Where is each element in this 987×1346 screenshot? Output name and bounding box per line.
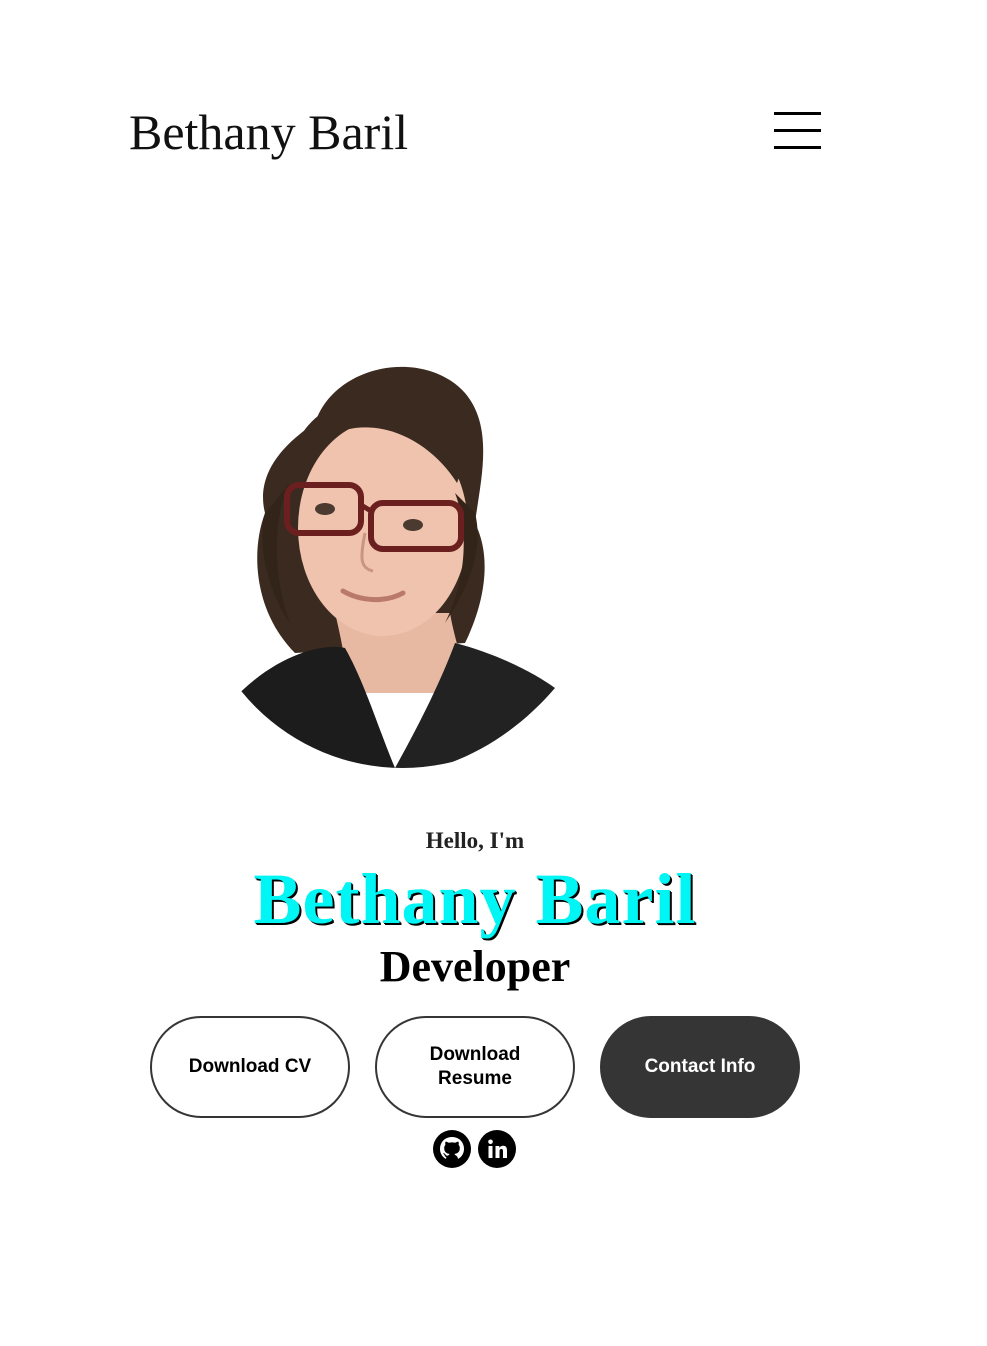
menu-bar — [774, 129, 821, 132]
contact-info-button[interactable]: Contact Info — [600, 1016, 800, 1118]
linkedin-icon[interactable] — [477, 1129, 517, 1169]
hero-name: Bethany Baril — [253, 859, 697, 939]
download-resume-button[interactable]: Download Resume — [375, 1016, 575, 1118]
github-icon[interactable] — [432, 1129, 472, 1169]
site-logo[interactable]: Bethany Baril — [129, 102, 408, 162]
greeting-text: Hello, I'm — [425, 828, 525, 853]
profile-picture — [195, 353, 610, 768]
menu-bar — [774, 112, 821, 115]
social-links — [432, 1129, 518, 1171]
portrait-illustration — [195, 353, 610, 768]
hamburger-menu-icon[interactable] — [772, 110, 822, 154]
contact-info-label: Contact Info — [644, 1056, 756, 1077]
role-title: Developer — [379, 942, 571, 991]
download-cv-label: Download CV — [188, 1056, 312, 1077]
download-resume-label: Download Resume — [429, 1044, 521, 1089]
download-cv-button[interactable]: Download CV — [150, 1016, 350, 1118]
menu-bar — [774, 146, 821, 149]
